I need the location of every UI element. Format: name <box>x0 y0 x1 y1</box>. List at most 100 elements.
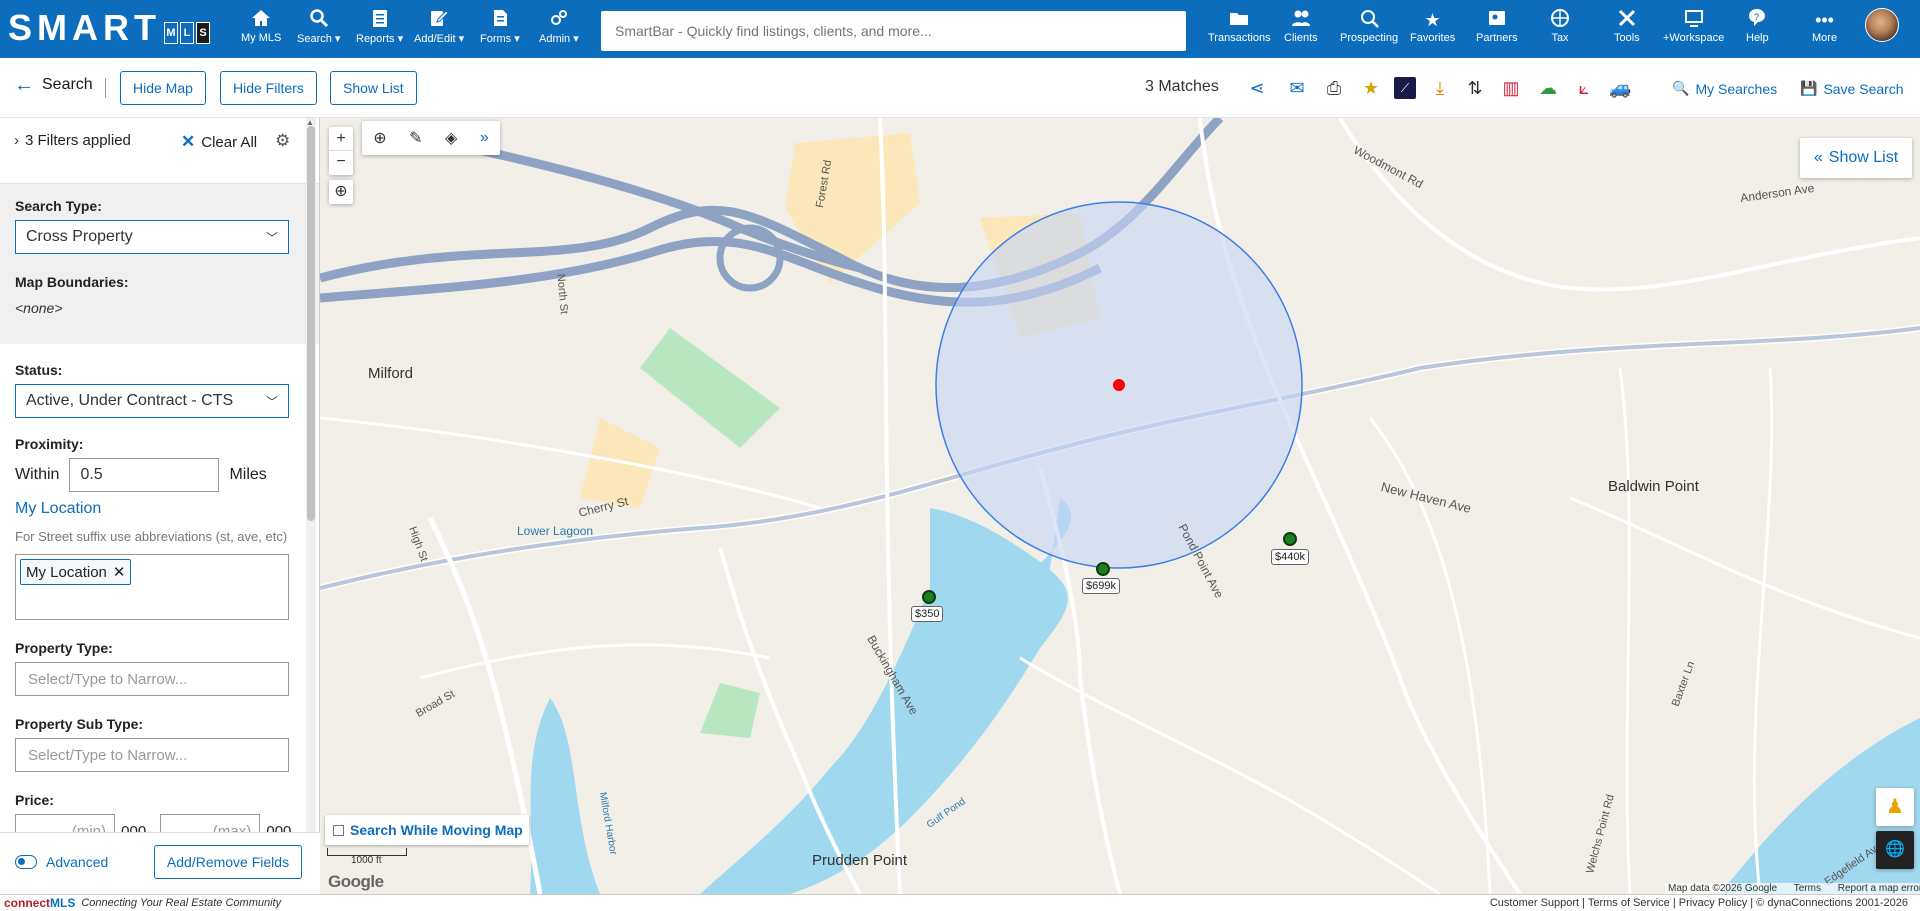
listing-price-label[interactable]: $440k <box>1271 549 1309 565</box>
hide-filters-button[interactable]: Hide Filters <box>220 71 317 105</box>
show-list-button[interactable]: Show List <box>330 71 417 105</box>
toolbar-divider <box>105 78 106 98</box>
avatar[interactable] <box>1865 8 1899 42</box>
connectmls-logo[interactable]: connectMLS <box>4 896 75 910</box>
globe-tax-icon <box>1550 8 1570 32</box>
nav-more[interactable]: ••• More <box>1812 8 1837 50</box>
page-footer: connectMLS Connecting Your Real Estate C… <box>0 894 1920 911</box>
chevron-down-icon: ﹀ <box>265 230 278 245</box>
nav-clients[interactable]: Clients <box>1284 8 1318 50</box>
workspace-icon <box>1663 8 1724 32</box>
hide-map-button[interactable]: Hide Map <box>120 71 206 105</box>
save-search-link[interactable]: 💾 Save Search <box>1800 80 1904 97</box>
nav-forms[interactable]: Forms ▾ <box>480 8 520 50</box>
filters-header: › 3 Filters applied ✕ Clear All ⚙ <box>0 118 319 184</box>
nav-prospecting[interactable]: Prospecting <box>1340 8 1398 50</box>
google-logo: Google <box>328 872 384 891</box>
location-tag-input[interactable]: My Location ✕ <box>15 554 289 620</box>
nav-tools[interactable]: Tools <box>1614 8 1640 50</box>
star-icon: ★ <box>1424 10 1441 30</box>
checkbox[interactable] <box>333 824 344 836</box>
back-to-search-link[interactable]: ← Search <box>14 75 93 95</box>
nav-add-edit[interactable]: Add/Edit ▾ <box>414 8 464 50</box>
sort-icon[interactable]: ⇅ <box>1464 77 1486 99</box>
nav-search[interactable]: Search ▾ <box>297 8 340 50</box>
people-icon <box>1284 8 1318 32</box>
nav-admin[interactable]: Admin ▾ <box>539 8 579 50</box>
more-icon: ••• <box>1815 10 1834 30</box>
listing-pin[interactable] <box>1283 532 1297 546</box>
map-tiles[interactable] <box>320 118 1920 894</box>
double-chevron-left-icon: « <box>1813 149 1823 166</box>
download-icon[interactable]: ⤓ <box>1429 77 1451 99</box>
proximity-miles-input[interactable]: 0.5 <box>69 458 220 492</box>
street-view-pegman-icon[interactable]: ♟ <box>1876 788 1914 826</box>
map-attribution: Map data ©2026 Google Terms Report a map… <box>1665 883 1920 894</box>
add-remove-fields-button[interactable]: Add/Remove Fields <box>154 845 302 879</box>
matches-count: 3 Matches <box>1145 78 1219 95</box>
search-while-moving-toggle[interactable]: Search While Moving Map <box>325 815 529 845</box>
line-chart-icon[interactable]: ⟀ <box>1573 77 1595 99</box>
layers-icon[interactable]: ◈ <box>445 128 457 148</box>
zoom-out-icon[interactable]: − <box>329 151 353 175</box>
listing-pin[interactable] <box>1096 562 1110 576</box>
smartbar-input[interactable] <box>601 11 1186 51</box>
property-sub-type-input[interactable]: Select/Type to Narrow... <box>15 738 289 772</box>
map-boundaries-value: <none> <box>15 300 63 316</box>
listing-pin[interactable] <box>922 590 936 604</box>
my-location-link[interactable]: My Location <box>15 500 304 518</box>
filters-applied-count[interactable]: 3 Filters applied <box>25 132 131 149</box>
status-select[interactable]: Active, Under Contract - CTS ﹀ <box>15 384 289 418</box>
chevron-right-icon[interactable]: › <box>14 132 19 149</box>
nav-favorites[interactable]: ★ Favorites <box>1410 8 1455 50</box>
gear-icon[interactable]: ⚙ <box>275 131 290 151</box>
my-searches-link[interactable]: 🔍 My Searches <box>1672 80 1777 97</box>
home-icon <box>241 8 281 32</box>
crosshair-icon[interactable]: ⊕ <box>373 128 386 148</box>
sidebar-scrollbar[interactable]: ▲ <box>306 118 316 894</box>
listing-price-label[interactable]: $699k <box>1082 578 1120 594</box>
nav-my-mls[interactable]: My MLS <box>241 8 281 50</box>
nav-help[interactable]: ? Help <box>1746 8 1769 50</box>
help-icon: ? <box>1746 8 1769 32</box>
double-chevron-right-icon[interactable]: » <box>480 129 489 147</box>
advanced-toggle[interactable] <box>15 855 37 869</box>
email-icon[interactable]: ✉ <box>1286 77 1308 99</box>
footer-links[interactable]: Customer Support | Terms of Service | Pr… <box>1490 897 1920 909</box>
globe-icon[interactable]: 🌐 <box>1876 831 1914 869</box>
nav-transactions[interactable]: Transactions <box>1208 8 1271 50</box>
chart-dark-icon[interactable]: ⟋ <box>1394 77 1416 99</box>
property-type-input[interactable]: Select/Type to Narrow... <box>15 662 289 696</box>
tools-icon <box>1614 8 1640 32</box>
smart-mls-logo[interactable]: SMART M L S <box>8 7 210 48</box>
map-show-list-button[interactable]: « Show List <box>1800 138 1912 178</box>
listing-price-label[interactable]: $350 <box>911 606 944 622</box>
advanced-label[interactable]: Advanced <box>46 854 108 870</box>
print-icon[interactable]: ⎙ <box>1323 77 1345 99</box>
draw-shape-icon[interactable]: ✎ <box>409 128 422 148</box>
id-card-icon <box>1476 8 1518 32</box>
nav-reports[interactable]: Reports ▾ <box>356 8 403 50</box>
car-icon[interactable]: 🚙 <box>1609 77 1631 99</box>
map-label-baldwin-point: Baldwin Point <box>1608 478 1699 495</box>
zoom-in-icon[interactable]: + <box>329 127 353 151</box>
nav-partners[interactable]: Partners <box>1476 8 1518 50</box>
remove-tag-icon[interactable]: ✕ <box>113 563 126 581</box>
my-searches-icon: 🔍 <box>1672 80 1690 96</box>
cloud-sync-icon[interactable]: ☁ <box>1537 77 1559 99</box>
nav-tax[interactable]: Tax <box>1550 8 1570 50</box>
favorite-star-icon[interactable]: ★ <box>1360 77 1382 99</box>
clear-all-button[interactable]: ✕ Clear All <box>181 132 257 152</box>
close-icon: ✕ <box>181 132 196 151</box>
zoom-area-icon[interactable]: ⊕ <box>329 180 353 204</box>
location-tag: My Location ✕ <box>20 559 132 585</box>
bar-chart-icon[interactable]: ▥ <box>1500 77 1522 99</box>
nav-workspace[interactable]: +Workspace <box>1663 8 1724 50</box>
top-nav: SMART M L S My MLS Search ▾ Reports ▾ Ad… <box>0 0 1920 58</box>
search-type-select[interactable]: Cross Property ﹀ <box>15 220 289 254</box>
folder-icon <box>1208 8 1271 32</box>
share-icon[interactable]: ⋖ <box>1246 77 1268 99</box>
map-canvas[interactable]: Milford Lower Lagoon Baldwin Point Prudd… <box>320 118 1920 894</box>
zoom-control: + − <box>329 127 353 175</box>
property-type-section: Property Type: Select/Type to Narrow... <box>0 620 319 696</box>
